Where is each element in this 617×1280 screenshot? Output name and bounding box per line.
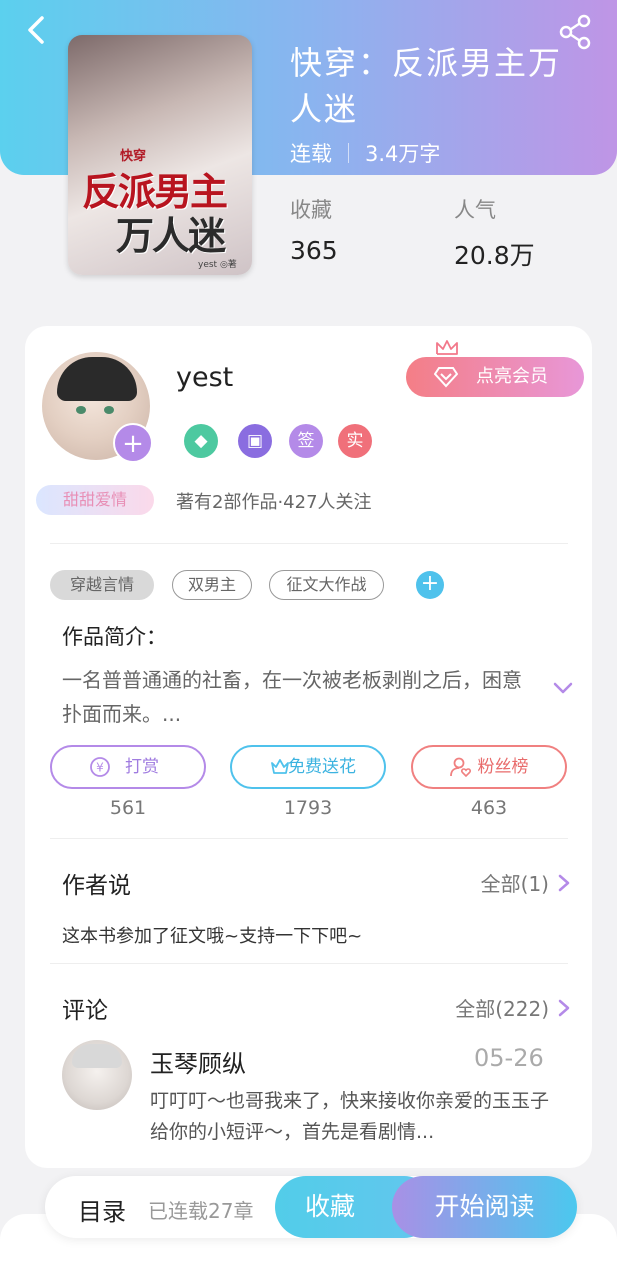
chevron-right-icon (558, 874, 570, 891)
commenter-name[interactable]: 玉琴顾纵 (150, 1044, 246, 1079)
popularity-count: 20.8万 (454, 241, 535, 270)
comment-text[interactable]: 叮叮叮～也哥我来了，快来接收你亲爱的玉玉子给你的小短评～，首先是看剧情... (150, 1086, 550, 1148)
yen-coin-icon: ¥ (90, 757, 110, 777)
book-title: 快穿：反派男主万人迷 (290, 44, 563, 128)
fan-count: 463 (470, 797, 508, 819)
intro-title: 作品简介： (62, 625, 167, 649)
author-says-text: 这本书参加了征文哦~支持一下下吧~ (62, 926, 363, 947)
author-name[interactable]: yest (176, 362, 233, 393)
chevron-right-icon (558, 999, 570, 1016)
word-count: 3.4万字 (365, 142, 441, 166)
send-flower-label: 免费送花 (288, 757, 356, 777)
divider (50, 543, 568, 544)
purple-gift-badge-icon[interactable]: ▣ (238, 424, 272, 458)
chapter-count[interactable]: 已连载27章 (148, 1195, 253, 1224)
user-heart-icon (450, 757, 472, 778)
avatar-frame-tag: 甜甜爱情 (36, 485, 154, 515)
tag-chip[interactable]: 穿越言情 (50, 570, 154, 600)
cover-title-line2: 万人迷 (116, 213, 226, 258)
svg-text:¥: ¥ (96, 761, 104, 775)
comments-title: 评论 (62, 998, 108, 1024)
diamond-icon (434, 367, 458, 388)
book-cover[interactable]: 快穿 反派男主 万人迷 yest ◎著 (68, 35, 252, 275)
author-meta: 著有2部作品·427人关注 (176, 492, 372, 513)
real-badge[interactable]: 实 (338, 424, 372, 458)
back-arrow-icon[interactable] (18, 12, 54, 48)
add-tag-icon[interactable]: + (416, 571, 444, 599)
crown-icon (436, 340, 458, 355)
comments-more-link[interactable]: 全部(222) (455, 993, 571, 1022)
comment-date: 05-26 (474, 1044, 544, 1072)
divider (50, 963, 568, 964)
sign-badge[interactable]: 签 (289, 424, 323, 458)
fan-ranking-button[interactable]: 粉丝榜 (411, 745, 567, 789)
status-divider (348, 143, 349, 163)
intro-text[interactable]: 一名普普通通的社畜，在一次被老板剥削之后，困意扑面而来。... (62, 663, 522, 731)
chevron-down-icon[interactable] (552, 680, 574, 696)
send-flower-button[interactable]: 免费送花 (230, 745, 386, 789)
follow-plus-icon[interactable]: + (113, 423, 153, 463)
tag-chip[interactable]: 征文大作战 (269, 570, 384, 600)
start-reading-button[interactable]: 开始阅读 (392, 1176, 577, 1238)
flower-icon (271, 759, 289, 774)
favorites-label: 收藏 (290, 198, 332, 222)
comments-more-label: 全部(222) (455, 997, 549, 1021)
author-says-title: 作者说 (62, 873, 131, 899)
table-of-contents-button[interactable]: 目录 (78, 1192, 126, 1227)
tag-chip[interactable]: 双男主 (172, 570, 252, 600)
divider (50, 838, 568, 839)
serial-status: 连载 (290, 142, 332, 166)
author-says-more-label: 全部(1) (480, 872, 549, 896)
favorites-count: 365 (290, 236, 338, 265)
fan-ranking-label: 粉丝榜 (477, 757, 529, 777)
tip-count: 561 (109, 797, 147, 819)
flower-count: 1793 (283, 797, 333, 819)
commenter-avatar[interactable] (62, 1040, 132, 1110)
book-status-row: 连载 3.4万字 (290, 138, 440, 168)
green-diamond-badge-icon[interactable]: ◆ (184, 424, 218, 458)
author-says-more-link[interactable]: 全部(1) (481, 868, 571, 897)
vip-button[interactable]: 点亮会员 (406, 357, 584, 397)
vip-button-label: 点亮会员 (476, 366, 548, 387)
tip-button[interactable]: ¥ 打赏 (50, 745, 206, 789)
popularity-label: 人气 (454, 198, 496, 222)
tip-button-label: 打赏 (125, 757, 159, 777)
cover-author-mark: yest ◎著 (198, 260, 237, 270)
